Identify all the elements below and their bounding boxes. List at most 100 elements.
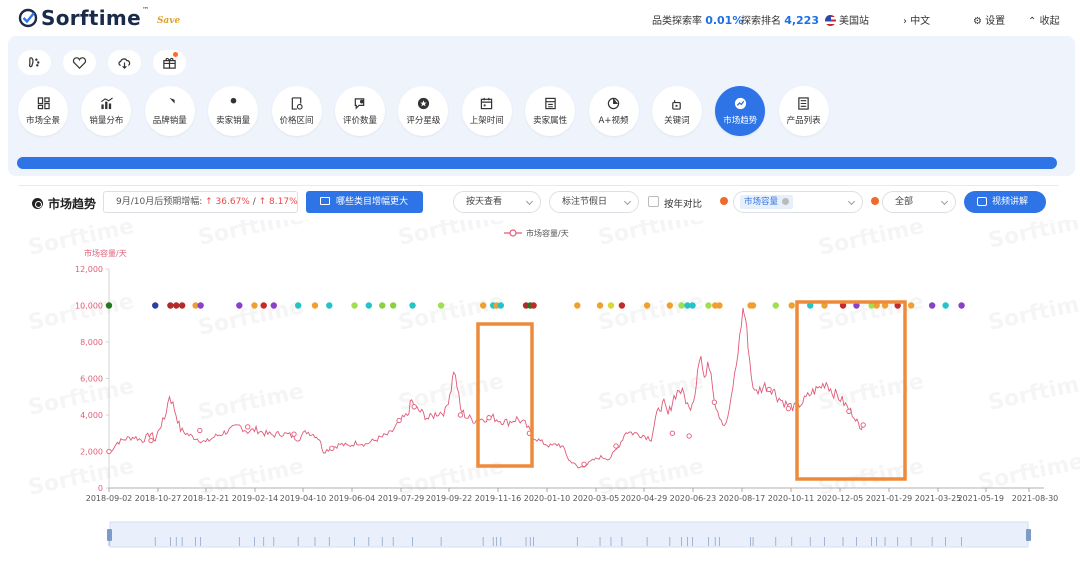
gift-button[interactable] bbox=[153, 50, 186, 75]
event-dot bbox=[236, 302, 243, 309]
svg-text:B: B bbox=[168, 101, 172, 107]
module-button-4[interactable]: 价格区间 bbox=[271, 86, 322, 136]
x-tick-label: 2018-12-21 bbox=[183, 494, 230, 503]
brand-logo[interactable]: Sorftime ™ Save bbox=[18, 6, 180, 28]
quick-tools bbox=[18, 50, 186, 75]
event-dot bbox=[705, 302, 712, 309]
event-dot bbox=[689, 302, 696, 309]
module-button-8[interactable]: 卖家属性 bbox=[525, 86, 576, 136]
yoy-label: 按年对比 bbox=[664, 199, 703, 210]
y-tick-label: 2,000 bbox=[80, 448, 103, 457]
event-dot bbox=[678, 302, 685, 309]
module-label: 产品列表 bbox=[786, 115, 821, 126]
shield-icon: B bbox=[168, 97, 175, 107]
legend-marker bbox=[509, 229, 517, 237]
panel-progress-bar bbox=[17, 157, 1057, 169]
metric-select[interactable]: 市场容量 bbox=[733, 191, 863, 213]
chevron-down-icon bbox=[847, 197, 856, 206]
view-mode-select[interactable]: 按天查看 bbox=[453, 191, 541, 213]
module-label: 价格区间 bbox=[279, 115, 314, 126]
y-tick-label: 8,000 bbox=[80, 338, 103, 347]
module-button-12[interactable]: 产品列表 bbox=[778, 86, 829, 136]
event-dot bbox=[928, 302, 936, 309]
series-marker bbox=[785, 405, 792, 412]
module-button-0[interactable]: 市场全景 bbox=[18, 86, 68, 136]
slider-handle-right[interactable] bbox=[1026, 529, 1031, 541]
watermark-text: Sorftime bbox=[396, 220, 506, 251]
x-tick-label: 2019-02-14 bbox=[232, 494, 279, 503]
module-button-6[interactable]: 评分星级 bbox=[398, 86, 449, 136]
module-button-5[interactable]: 评价数量 bbox=[334, 86, 385, 136]
watermark-text: Sorftime bbox=[986, 369, 1080, 416]
video-tutorial-button[interactable]: 视频讲解 bbox=[964, 191, 1046, 213]
favorite-button[interactable] bbox=[63, 50, 96, 75]
growth-hint: 9月/10月后预期增幅: ↑ 36.67% / ↑ 8.17% bbox=[103, 191, 298, 213]
language-label: 中文 bbox=[910, 16, 931, 27]
module-button-10[interactable]: 关键词 bbox=[651, 86, 702, 136]
series-marker bbox=[669, 430, 675, 436]
lock-icon bbox=[672, 99, 682, 110]
event-dot bbox=[666, 302, 674, 309]
trend-chart: Sorftime Sorftime Sorftime Sorftime Sorftime… bbox=[26, 220, 1080, 548]
tag-close-icon[interactable] bbox=[782, 198, 790, 205]
watermark-layer: Sorftime Sorftime Sorftime Sorftime Sorftime… bbox=[26, 220, 1080, 501]
collapse-link[interactable]: ⌃ 收起 bbox=[1028, 12, 1060, 27]
chart-legend[interactable]: 市场容量/天 bbox=[504, 228, 569, 238]
watermark-text: Sorftime bbox=[196, 379, 306, 426]
series-marker bbox=[148, 437, 154, 444]
footprint-button[interactable] bbox=[18, 50, 51, 75]
range-slider[interactable] bbox=[107, 521, 1031, 548]
watermark-text: Sorftime bbox=[986, 220, 1080, 254]
module-button-11[interactable]: 市场趋势 bbox=[715, 86, 766, 136]
growth-category-label: 哪些类目增幅更大 bbox=[336, 197, 409, 207]
module-button-9[interactable]: A+视频 bbox=[588, 86, 639, 136]
event-dot bbox=[260, 302, 267, 309]
y-tick-label: 4,000 bbox=[80, 411, 103, 420]
slider-handle-left[interactable] bbox=[107, 529, 112, 541]
series-marker bbox=[711, 399, 718, 405]
metric-tag-label: 市场容量 bbox=[744, 197, 779, 207]
module-label: 评分星级 bbox=[406, 115, 441, 126]
event-dot bbox=[942, 302, 949, 309]
video-tutorial-label: 视频讲解 bbox=[992, 197, 1029, 207]
growth-category-button[interactable]: 哪些类目增幅更大 bbox=[306, 191, 423, 213]
module-button-1[interactable]: 销量分布 bbox=[81, 86, 132, 136]
event-dot bbox=[311, 302, 319, 309]
site-selector[interactable]: 美国站 bbox=[825, 12, 869, 27]
event-dot bbox=[618, 302, 626, 309]
star-icon bbox=[417, 97, 429, 109]
x-tick-label: 2020-08-17 bbox=[719, 494, 766, 503]
watermark-text: Sorftime bbox=[816, 220, 926, 261]
holiday-select[interactable]: 标注节假日 bbox=[549, 191, 639, 213]
module-button-3[interactable]: 卖家销量 bbox=[208, 86, 259, 136]
x-tick-label: 2020-04-29 bbox=[621, 494, 668, 503]
watermark-text: Sorftime bbox=[196, 220, 306, 251]
module-label: 市场趋势 bbox=[723, 115, 758, 126]
scope-value: 全部 bbox=[895, 197, 914, 207]
language-selector[interactable]: › 中文 bbox=[903, 12, 930, 27]
module-label: 关键词 bbox=[664, 115, 690, 126]
explore-rank: 探索排名 4,223 bbox=[741, 12, 819, 27]
yoy-checkbox[interactable] bbox=[648, 196, 659, 207]
x-tick-label: 2021-05-19 bbox=[958, 494, 1005, 503]
growth-hint-value-1: ↑ 36.67% bbox=[205, 197, 250, 207]
event-dot bbox=[270, 302, 277, 309]
watermark-text: Sorftime bbox=[596, 220, 706, 251]
chevron-down-icon bbox=[940, 197, 949, 206]
gift-icon bbox=[163, 57, 176, 69]
growth-hint-value-2: ↑ 8.17% bbox=[258, 197, 298, 207]
event-dot bbox=[530, 302, 537, 309]
scope-select[interactable]: 全部 bbox=[882, 191, 956, 213]
settings-link[interactable]: ⚙ 设置 bbox=[973, 12, 1005, 27]
module-nav: 市场全景 销量分布 B 品牌销量 卖家销量 价格区间 评价数量 评分星级 上架时间 卖家属性 A+视… bbox=[18, 86, 842, 136]
info-dot-icon-2 bbox=[871, 197, 879, 205]
price-doc-icon bbox=[291, 96, 303, 110]
cloud-download-button[interactable] bbox=[108, 50, 141, 75]
module-button-2[interactable]: B 品牌销量 bbox=[144, 86, 195, 136]
watermark-text: Sorftime bbox=[26, 289, 136, 336]
event-dot bbox=[251, 302, 258, 309]
event-dot bbox=[178, 302, 186, 309]
module-button-7[interactable]: 上架时间 bbox=[461, 86, 512, 136]
y-tick-label: 10,000 bbox=[75, 302, 103, 311]
metric-tag: 市场容量 bbox=[740, 195, 794, 209]
